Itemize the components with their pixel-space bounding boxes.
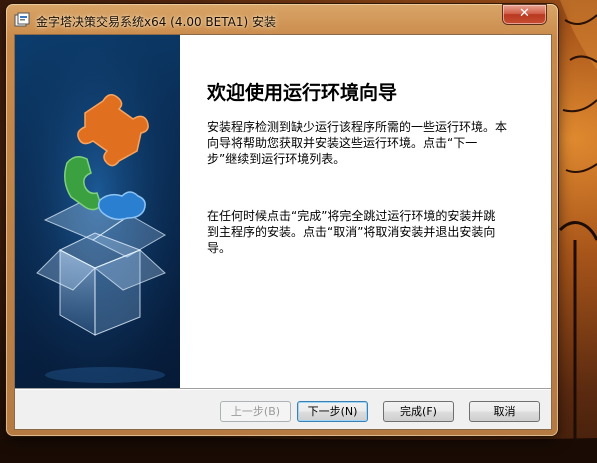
window-title: 金字塔决策交易系统x64 (4.00 BETA1) 安装	[36, 15, 276, 29]
separator	[15, 388, 551, 390]
intro-text: 安装程序检测到缺少运行该程序所需的一些运行环境。本向导将帮助您获取并安装这些运行…	[207, 120, 508, 166]
title-bar[interactable]: 金字塔决策交易系统x64 (4.00 BETA1) 安装 ✕	[6, 4, 558, 34]
close-button[interactable]: ✕	[503, 5, 546, 24]
back-button[interactable]: 上一步(B)	[220, 401, 291, 422]
wizard-banner	[15, 35, 180, 388]
puzzle-box-icon	[15, 35, 180, 388]
page-title: 欢迎使用运行环境向导	[207, 82, 398, 104]
wizard-content: 欢迎使用运行环境向导 安装程序检测到缺少运行该程序所需的一些运行环境。本向导将帮…	[180, 35, 551, 388]
next-button[interactable]: 下一步(N)	[297, 401, 368, 422]
cancel-button[interactable]: 取消	[469, 401, 540, 422]
wizard-client-area: 欢迎使用运行环境向导 安装程序检测到缺少运行该程序所需的一些运行环境。本向导将帮…	[14, 34, 552, 430]
installer-icon	[14, 12, 30, 27]
installer-window: 金字塔决策交易系统x64 (4.00 BETA1) 安装 ✕ 欢迎使用运行环境向…	[6, 4, 558, 436]
finish-button[interactable]: 完成(F)	[383, 401, 454, 422]
finish-cancel-text: 在任何时候点击“完成”将完全跳过运行环境的安装并跳到主程序的安装。点击“取消”将…	[207, 209, 496, 255]
